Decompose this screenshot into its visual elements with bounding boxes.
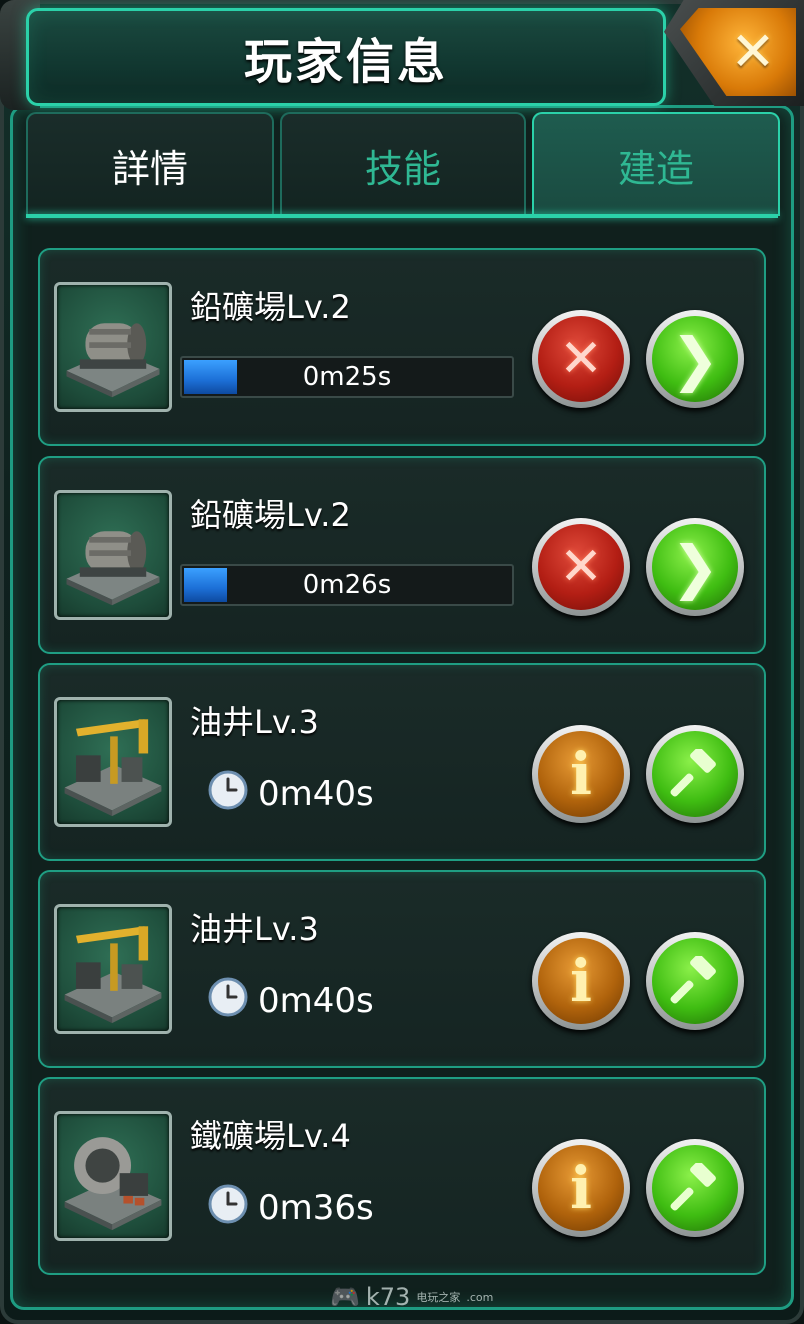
close-icon: ✕ xyxy=(538,524,624,610)
hammer-icon xyxy=(652,1145,738,1231)
tab-details-label: 詳情 xyxy=(111,146,188,191)
clock-icon xyxy=(208,1184,248,1233)
build-timer: 0m36s xyxy=(208,1184,374,1229)
building-title: 鉛礦場Lv.2 xyxy=(190,288,351,326)
progress-bar: 0m25s xyxy=(180,356,514,398)
tab-underline xyxy=(26,214,778,218)
progress-bar: 0m26s xyxy=(180,564,514,606)
watermark-domain: .com xyxy=(466,1290,494,1304)
build-time: 0m40s xyxy=(258,981,374,1021)
build-button[interactable] xyxy=(646,725,744,823)
watermark-sub: 电玩之家 xyxy=(416,1291,461,1304)
chevron-right-icon: ❯ xyxy=(652,316,738,402)
progress-time: 0m25s xyxy=(302,362,392,392)
build-queue-row: 油井Lv.3 0m40s i xyxy=(38,663,766,861)
speedup-button[interactable]: ❯ xyxy=(646,518,744,616)
close-icon: ✕ xyxy=(730,20,776,83)
oil-well-thumbnail xyxy=(54,697,172,827)
chevron-right-icon: ❯ xyxy=(652,524,738,610)
progress-time: 0m26s xyxy=(302,570,392,600)
info-button[interactable]: i xyxy=(532,1139,630,1237)
build-timer: 0m40s xyxy=(208,770,374,815)
info-icon: i xyxy=(538,1145,624,1231)
watermark-logo-icon: 🎮 xyxy=(330,1283,360,1311)
info-button[interactable]: i xyxy=(532,725,630,823)
close-icon: ✕ xyxy=(538,316,624,402)
build-timer: 0m40s xyxy=(208,977,374,1022)
header-bar: 玩家信息 xyxy=(26,8,666,106)
building-title: 鐵礦場Lv.4 xyxy=(190,1117,351,1155)
lead-mine-thumbnail xyxy=(54,282,172,412)
oil-well-thumbnail xyxy=(54,904,172,1034)
clock-icon xyxy=(208,770,248,819)
info-button[interactable]: i xyxy=(532,932,630,1030)
building-title: 鉛礦場Lv.2 xyxy=(190,496,351,534)
build-queue-row: 鐵礦場Lv.4 0m36s i xyxy=(38,1077,766,1275)
build-button[interactable] xyxy=(646,1139,744,1237)
cancel-button[interactable]: ✕ xyxy=(532,310,630,408)
tab-details[interactable]: 詳情 xyxy=(26,112,274,216)
tab-build-label: 建造 xyxy=(617,146,694,191)
info-icon: i xyxy=(538,731,624,817)
speedup-button[interactable]: ❯ xyxy=(646,310,744,408)
cancel-button[interactable]: ✕ xyxy=(532,518,630,616)
clock-icon xyxy=(208,977,248,1026)
build-button[interactable] xyxy=(646,932,744,1030)
tab-skills[interactable]: 技能 xyxy=(280,112,526,216)
lead-mine-thumbnail xyxy=(54,490,172,620)
page-title: 玩家信息 xyxy=(243,34,448,90)
building-title: 油井Lv.3 xyxy=(190,703,319,741)
info-icon: i xyxy=(538,938,624,1024)
build-queue-row: 鉛礦場Lv.2 0m25s ✕ ❯ xyxy=(38,248,766,446)
hammer-icon xyxy=(652,731,738,817)
iron-mine-thumbnail xyxy=(54,1111,172,1241)
watermark: 🎮 k73 电玩之家 .com xyxy=(330,1280,493,1314)
build-time: 0m36s xyxy=(258,1188,374,1228)
build-time: 0m40s xyxy=(258,774,374,814)
watermark-main: k73 xyxy=(365,1283,411,1311)
building-title: 油井Lv.3 xyxy=(190,910,319,948)
build-queue-row: 鉛礦場Lv.2 0m26s ✕ ❯ xyxy=(38,456,766,654)
tab-skills-label: 技能 xyxy=(364,146,441,191)
tab-build[interactable]: 建造 xyxy=(532,112,780,216)
hammer-icon xyxy=(652,938,738,1024)
build-queue-row: 油井Lv.3 0m40s i xyxy=(38,870,766,1068)
